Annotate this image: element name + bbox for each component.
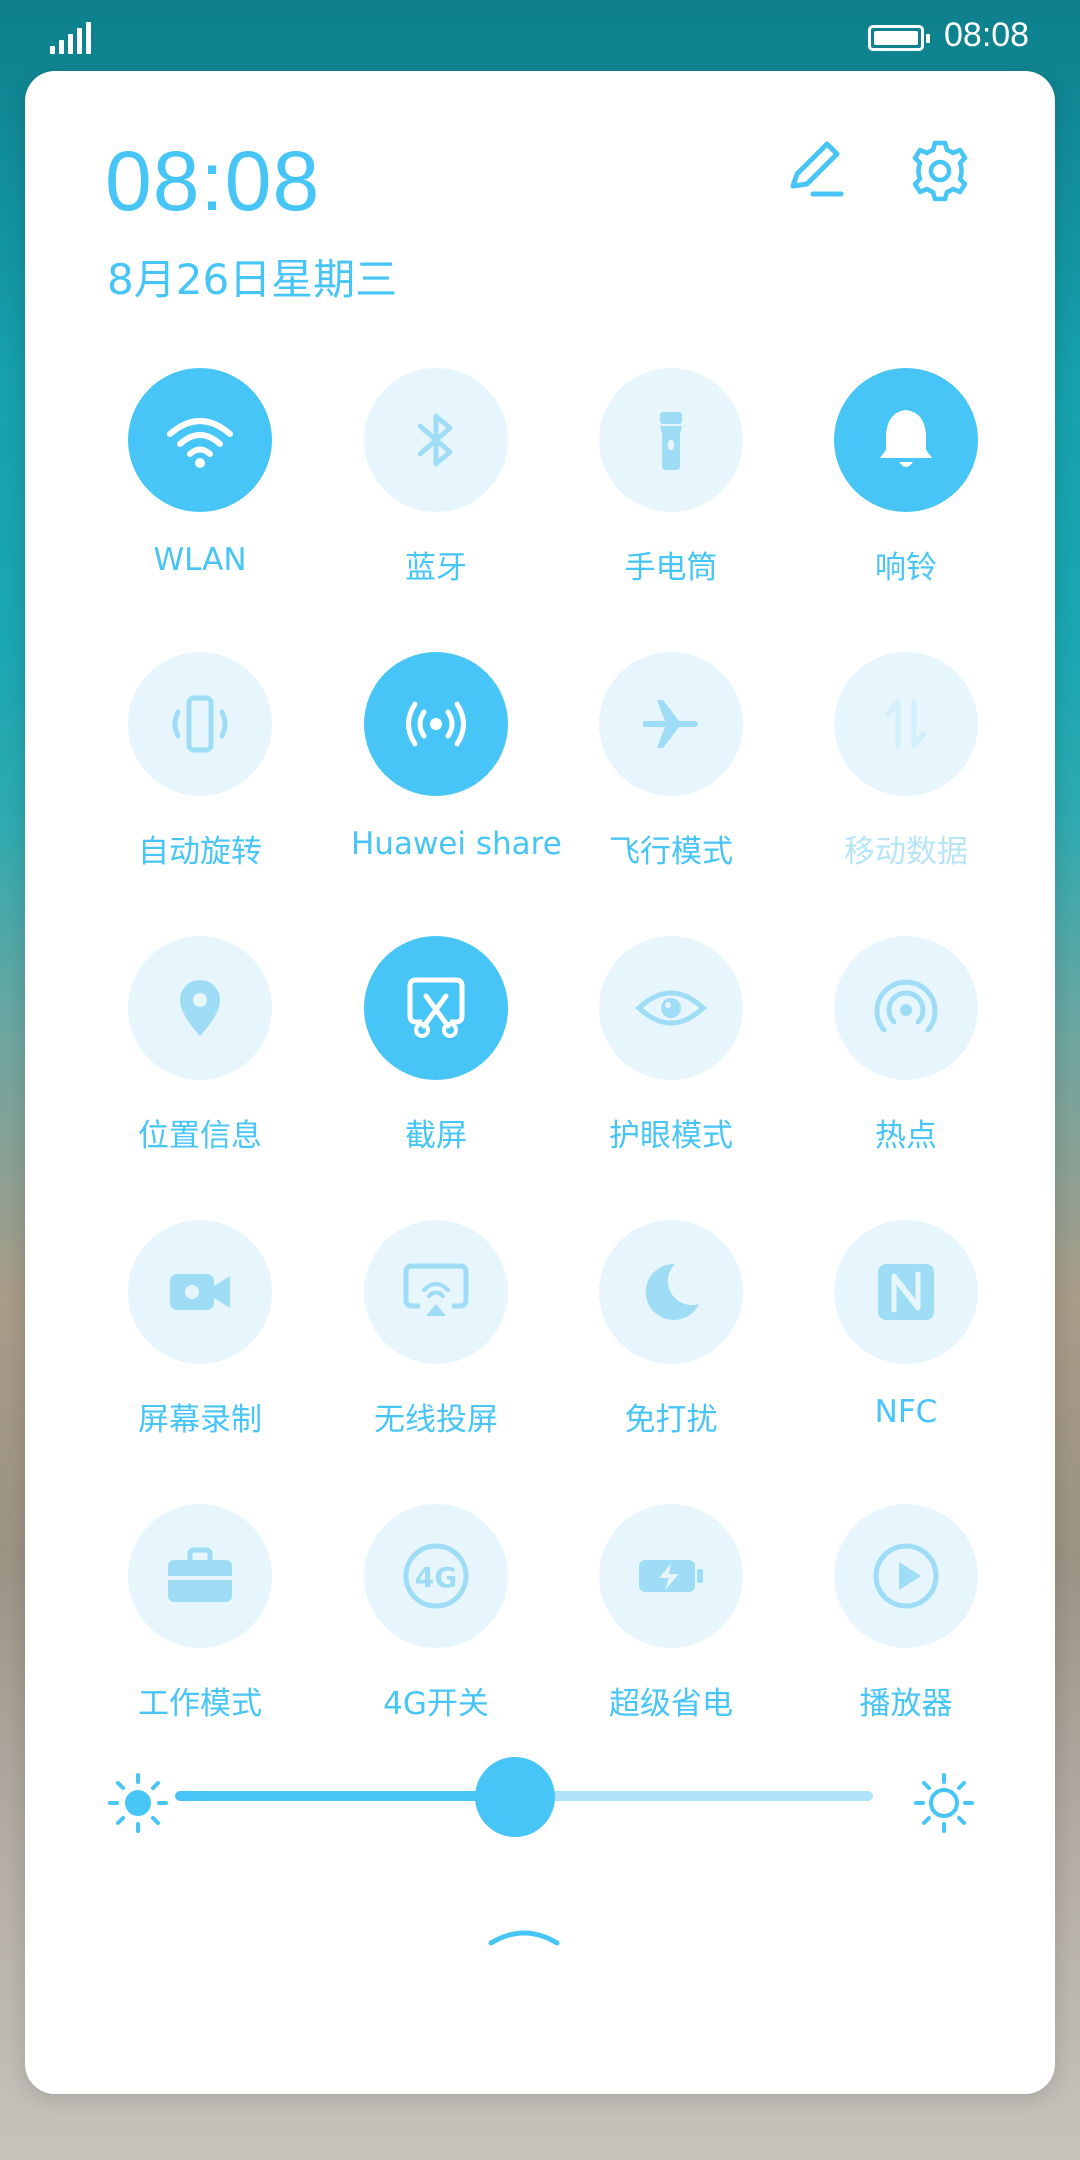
tile-auto-rotate[interactable]: 自动旋转 xyxy=(115,652,285,871)
tile-label: Huawei share xyxy=(351,826,562,862)
tile-airplane-mode[interactable]: 飞行模式 xyxy=(586,652,756,871)
tile-label: 蓝牙 xyxy=(405,550,467,586)
battery-saver-icon xyxy=(599,1504,743,1648)
chevron-up-icon[interactable] xyxy=(487,1925,561,1947)
play-icon xyxy=(834,1504,978,1648)
location-icon xyxy=(128,936,272,1080)
clock: 08:08 xyxy=(105,134,321,228)
bell-icon xyxy=(834,368,978,512)
tile-location[interactable]: 位置信息 xyxy=(115,936,285,1155)
mobile-data-icon xyxy=(834,652,978,796)
tile-super-power-saving[interactable]: 超级省电 xyxy=(586,1504,756,1723)
tile-screenshot[interactable]: 截屏 xyxy=(351,936,521,1155)
tile-nfc[interactable]: NFC xyxy=(821,1220,991,1430)
tile-4g-switch[interactable]: 4G 4G开关 xyxy=(351,1504,521,1723)
nfc-icon xyxy=(834,1220,978,1364)
tile-label: 截屏 xyxy=(405,1118,467,1154)
tile-mobile-data[interactable]: 移动数据 xyxy=(821,652,991,871)
flashlight-icon xyxy=(599,368,743,512)
tile-label: 自动旋转 xyxy=(138,834,262,870)
tile-label: 护眼模式 xyxy=(609,1118,733,1154)
screenshot-icon xyxy=(364,936,508,1080)
tile-label: 手电筒 xyxy=(624,550,718,586)
tile-label: 工作模式 xyxy=(138,1686,262,1722)
brightness-high-icon xyxy=(912,1771,976,1835)
tile-label: WLAN xyxy=(153,542,247,578)
svg-text:4G: 4G xyxy=(415,1561,457,1594)
tile-label: 4G开关 xyxy=(383,1686,489,1722)
moon-icon xyxy=(599,1220,743,1364)
tile-label: 屏幕录制 xyxy=(138,1402,262,1438)
brightness-low-icon xyxy=(106,1771,170,1835)
brightness-slider-thumb[interactable] xyxy=(475,1757,555,1837)
tile-label: 播放器 xyxy=(859,1686,953,1722)
briefcase-icon xyxy=(128,1504,272,1648)
tile-bluetooth[interactable]: 蓝牙 xyxy=(351,368,521,587)
tile-label: 飞行模式 xyxy=(609,834,733,870)
tile-hotspot[interactable]: 热点 xyxy=(821,936,991,1155)
brightness-track[interactable] xyxy=(515,1791,873,1801)
brightness-track-filled[interactable] xyxy=(175,1791,515,1801)
date: 8月26日星期三 xyxy=(107,255,398,304)
tile-do-not-disturb[interactable]: 免打扰 xyxy=(586,1220,756,1439)
4g-icon: 4G xyxy=(364,1504,508,1648)
status-bar: 08:08 xyxy=(0,0,1080,72)
tile-eye-comfort[interactable]: 护眼模式 xyxy=(586,936,756,1155)
tile-label: 位置信息 xyxy=(138,1118,262,1154)
wireless-projection-icon xyxy=(364,1220,508,1364)
tile-ringer[interactable]: 响铃 xyxy=(821,368,991,587)
tile-label: NFC xyxy=(874,1394,938,1430)
eye-icon xyxy=(599,936,743,1080)
airplane-icon xyxy=(599,652,743,796)
edit-icon[interactable] xyxy=(783,136,847,200)
tile-label: 响铃 xyxy=(875,550,937,586)
tile-wlan[interactable]: WLAN xyxy=(115,368,285,578)
tile-player[interactable]: 播放器 xyxy=(821,1504,991,1723)
huawei-share-icon xyxy=(364,652,508,796)
tile-label: 热点 xyxy=(875,1118,937,1154)
tile-label: 移动数据 xyxy=(844,834,968,870)
signal-bars-icon xyxy=(50,22,91,54)
battery-icon xyxy=(868,25,930,51)
tile-work-mode[interactable]: 工作模式 xyxy=(115,1504,285,1723)
screen-record-icon xyxy=(128,1220,272,1364)
tile-label: 超级省电 xyxy=(609,1686,733,1722)
tile-wireless-projection[interactable]: 无线投屏 xyxy=(351,1220,521,1439)
tile-label: 免打扰 xyxy=(624,1402,718,1438)
gear-icon[interactable] xyxy=(908,139,972,203)
status-time: 08:08 xyxy=(944,16,1030,54)
tile-flashlight[interactable]: 手电筒 xyxy=(586,368,756,587)
bluetooth-icon xyxy=(364,368,508,512)
tile-label: 无线投屏 xyxy=(374,1402,498,1438)
wifi-icon xyxy=(128,368,272,512)
hotspot-icon xyxy=(834,936,978,1080)
tile-huawei-share[interactable]: Huawei share xyxy=(351,652,562,862)
rotate-icon xyxy=(128,652,272,796)
tile-screen-record[interactable]: 屏幕录制 xyxy=(115,1220,285,1439)
